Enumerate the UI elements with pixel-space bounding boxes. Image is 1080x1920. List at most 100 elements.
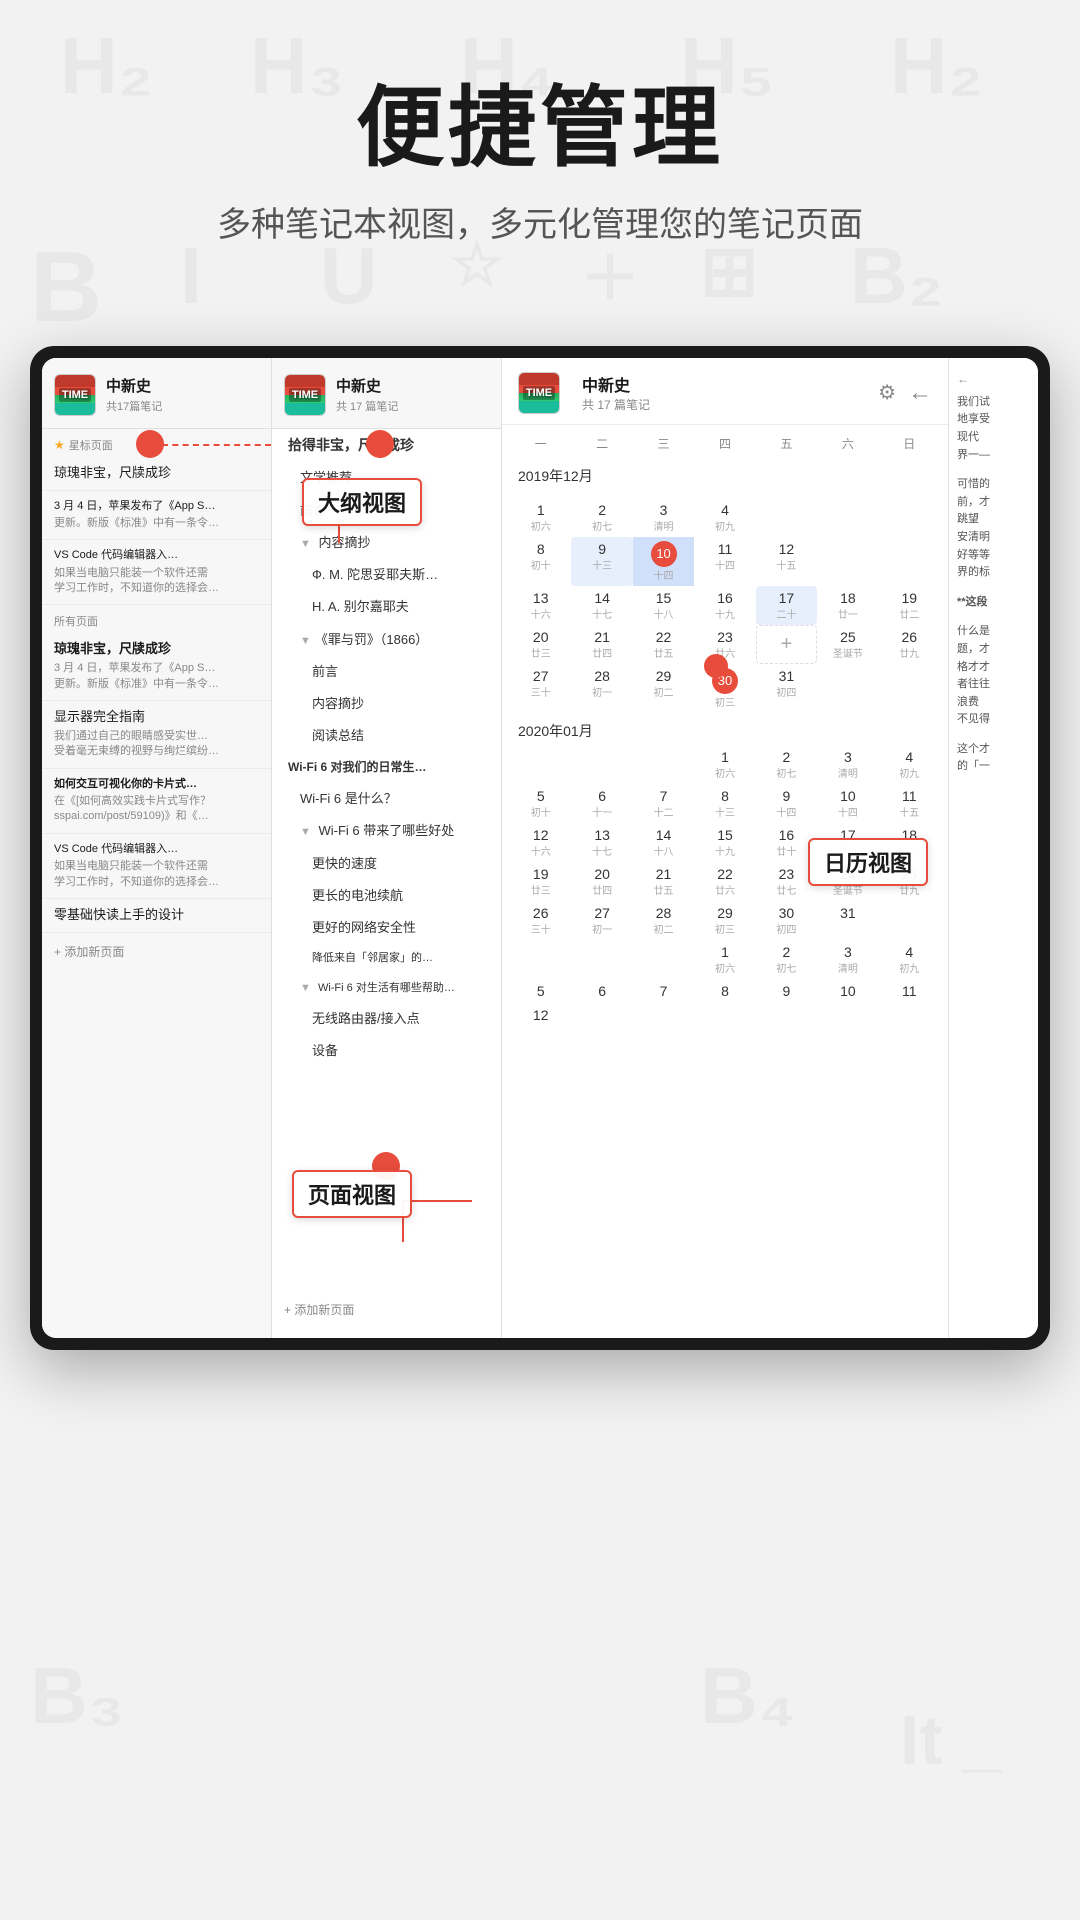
list-item[interactable]: 零基础快读上手的设计 xyxy=(42,899,271,933)
outline-item[interactable]: 无线路由器/接入点 xyxy=(272,1003,501,1035)
cal-day[interactable]: 13十七 xyxy=(571,823,632,862)
cal-day[interactable]: 22廿六 xyxy=(694,862,755,901)
cal-day[interactable] xyxy=(510,940,571,979)
cal-day[interactable] xyxy=(633,940,694,979)
cal-day[interactable]: 27初一 xyxy=(571,901,632,940)
outline-item[interactable]: 前言 xyxy=(272,656,501,688)
cal-day[interactable]: 10 xyxy=(817,979,878,1003)
cal-day[interactable] xyxy=(817,664,878,713)
gear-icon[interactable]: ⚙ xyxy=(878,380,896,405)
cal-day[interactable]: 15十九 xyxy=(694,823,755,862)
add-page-button-2[interactable]: + 添加新页面 xyxy=(272,1291,366,1328)
cal-day[interactable] xyxy=(694,490,755,498)
cal-day[interactable] xyxy=(571,490,632,498)
cal-day[interactable]: 2初七 xyxy=(571,498,632,537)
cal-day[interactable]: 8 xyxy=(694,979,755,1003)
cal-day[interactable]: 3清明 xyxy=(817,745,878,784)
cal-day[interactable] xyxy=(756,490,817,498)
cal-day[interactable] xyxy=(879,490,940,498)
cal-day[interactable]: 22廿五 xyxy=(633,625,694,664)
cal-day[interactable]: 9 xyxy=(756,979,817,1003)
cal-day[interactable]: 26三十 xyxy=(510,901,571,940)
outline-item[interactable]: 阅读总结 xyxy=(272,720,501,752)
cal-day[interactable]: 11十五 xyxy=(879,784,940,823)
cal-day[interactable]: 12 xyxy=(510,1003,571,1027)
outline-item[interactable]: 更好的网络安全性 xyxy=(272,912,501,944)
outline-item[interactable]: ▼《罪与罚》（1866） xyxy=(272,624,501,656)
cal-day[interactable] xyxy=(879,498,940,537)
cal-day[interactable]: 8初十 xyxy=(510,537,571,586)
cal-day[interactable]: 20廿四 xyxy=(571,862,632,901)
cal-day[interactable]: 11 xyxy=(879,979,940,1003)
cal-day[interactable]: 4初九 xyxy=(879,940,940,979)
outline-item[interactable]: Ф. М. 陀思妥耶夫斯… xyxy=(272,559,501,591)
cal-day[interactable]: 9十四 xyxy=(756,784,817,823)
cal-day[interactable]: 31初四 xyxy=(756,664,817,713)
cal-day[interactable]: 19廿二 xyxy=(879,586,940,625)
cal-day[interactable] xyxy=(633,745,694,784)
list-item[interactable]: 如何交互可视化你的卡片式… 在《[如何高效实践卡片式写作？sspai.com/p… xyxy=(42,769,271,834)
cal-day[interactable] xyxy=(571,940,632,979)
cal-day[interactable]: 30初四 xyxy=(756,901,817,940)
outline-item[interactable]: 降低来自「邻居家」的… xyxy=(272,944,501,973)
list-item[interactable]: 琼瑰非宝，尺牍成珍 xyxy=(42,457,271,491)
cal-day[interactable]: 18廿一 xyxy=(817,586,878,625)
outline-item[interactable]: Wi-Fi 6 是什么？ xyxy=(272,783,501,815)
cal-day[interactable]: 15十八 xyxy=(633,586,694,625)
cal-day[interactable]: 7 xyxy=(633,979,694,1003)
cal-day[interactable]: 28初二 xyxy=(633,901,694,940)
outline-item[interactable]: 更长的电池续航 xyxy=(272,880,501,912)
cal-day[interactable]: 9十三 xyxy=(571,537,632,586)
cal-day[interactable]: 30 初三 xyxy=(694,664,755,713)
cal-day[interactable]: 29初二 xyxy=(633,664,694,713)
cal-day[interactable]: 10十四 xyxy=(817,784,878,823)
cal-day[interactable]: 29初三 xyxy=(694,901,755,940)
cal-day[interactable]: 7十二 xyxy=(633,784,694,823)
cal-day[interactable]: 27三十 xyxy=(510,664,571,713)
list-item[interactable]: 琼瑰非宝，尺牍成珍 3 月 4 日，苹果发布了《App S…更新。新版《标准》中… xyxy=(42,633,271,701)
list-item[interactable]: 3 月 4 日，苹果发布了《App S… 更新。新版《标准》中有一条令… xyxy=(42,491,271,541)
cal-day[interactable] xyxy=(756,498,817,537)
outline-item[interactable]: 设备 xyxy=(272,1035,501,1067)
cal-day[interactable] xyxy=(510,745,571,784)
cal-day[interactable] xyxy=(571,745,632,784)
outline-item[interactable]: 内容摘抄 xyxy=(272,688,501,720)
cal-day[interactable]: 3清明 xyxy=(817,940,878,979)
outline-item[interactable]: ▼ 内容摘抄 xyxy=(272,527,501,559)
cal-day[interactable]: 28初一 xyxy=(571,664,632,713)
cal-day[interactable]: 21廿四 xyxy=(571,625,632,664)
cal-day[interactable]: 11十四 xyxy=(694,537,755,586)
cal-day[interactable]: 6 xyxy=(571,979,632,1003)
cal-day[interactable]: 2初七 xyxy=(756,940,817,979)
cal-day[interactable]: 8十三 xyxy=(694,784,755,823)
add-page-button-1[interactable]: + 添加新页面 xyxy=(42,933,271,970)
cal-day[interactable]: 25圣诞节 xyxy=(817,625,878,664)
cal-day[interactable]: 12十五 xyxy=(756,537,817,586)
add-day-button[interactable]: + xyxy=(756,625,817,664)
outline-item[interactable]: Wi-Fi 6 对我们的日常生… xyxy=(272,752,501,783)
cal-day[interactable]: 31 xyxy=(817,901,878,940)
cal-day[interactable]: 4初九 xyxy=(694,498,755,537)
cal-day[interactable]: 14十七 xyxy=(571,586,632,625)
cal-day[interactable]: 1初六 xyxy=(510,498,571,537)
cal-day[interactable] xyxy=(879,901,940,940)
cal-day[interactable] xyxy=(879,664,940,713)
cal-day[interactable]: 3清明 xyxy=(633,498,694,537)
cal-day[interactable] xyxy=(510,490,571,498)
cal-day[interactable]: 21廿五 xyxy=(633,862,694,901)
back-icon[interactable]: ← xyxy=(957,372,1030,386)
cal-day[interactable]: 19廿三 xyxy=(510,862,571,901)
cal-day[interactable] xyxy=(817,537,878,586)
list-item[interactable]: 显示器完全指南 我们通过自己的眼睛感受实世…受着毫无束缚的视野与绚烂缤纷… xyxy=(42,701,271,769)
outline-item[interactable]: 更快的速度 xyxy=(272,848,501,880)
cal-day[interactable]: 5初十 xyxy=(510,784,571,823)
outline-item[interactable]: ▼ Wi-Fi 6 对生活有哪些帮助… xyxy=(272,974,501,1003)
list-item[interactable]: VS Code 代码编辑器入… 如果当电脑只能装一个软件还需学习工作时，不知道你… xyxy=(42,540,271,605)
back-arrow-icon[interactable]: ← xyxy=(908,379,932,407)
outline-item[interactable]: ▼ Wi-Fi 6 带来了哪些好处 xyxy=(272,815,501,847)
cal-day[interactable] xyxy=(817,498,878,537)
cal-day[interactable]: 16十九 xyxy=(694,586,755,625)
cal-day[interactable]: 5 xyxy=(510,979,571,1003)
outline-item[interactable]: H. A. 别尔嘉耶夫 xyxy=(272,591,501,623)
cal-day[interactable]: 13十六 xyxy=(510,586,571,625)
